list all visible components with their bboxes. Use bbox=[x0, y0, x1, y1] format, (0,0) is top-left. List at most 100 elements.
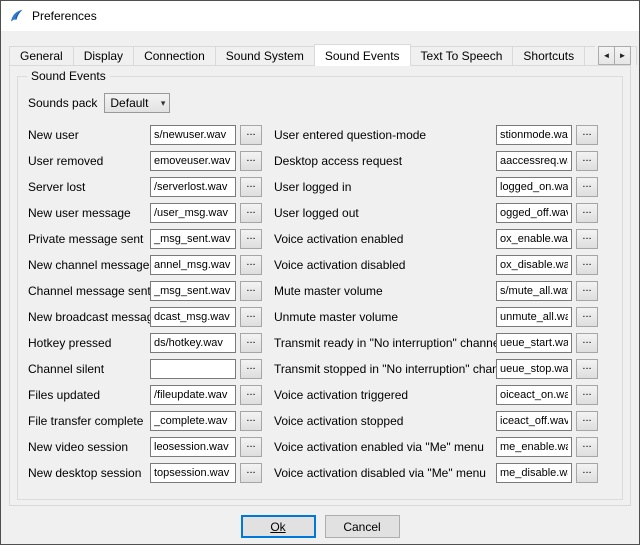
browse-button[interactable]: ... bbox=[240, 151, 262, 171]
browse-button[interactable]: ... bbox=[576, 437, 598, 457]
sound-file-input[interactable] bbox=[150, 333, 236, 353]
sound-event-label: New desktop session bbox=[28, 466, 150, 480]
sound-event-row: User logged in ... bbox=[274, 177, 598, 197]
sound-file-input[interactable] bbox=[150, 177, 236, 197]
browse-button[interactable]: ... bbox=[576, 125, 598, 145]
sound-file-input[interactable] bbox=[150, 151, 236, 171]
sound-file-input[interactable] bbox=[496, 281, 572, 301]
tab-sound-events[interactable]: Sound Events bbox=[314, 44, 411, 66]
title-bar[interactable]: Preferences bbox=[1, 1, 639, 31]
sound-file-input[interactable] bbox=[496, 437, 572, 457]
sound-file-input[interactable] bbox=[150, 125, 236, 145]
sound-file-input[interactable] bbox=[496, 177, 572, 197]
browse-button[interactable]: ... bbox=[576, 177, 598, 197]
tab-list: General Display Connection Sound System … bbox=[9, 44, 631, 65]
browse-button[interactable]: ... bbox=[576, 203, 598, 223]
sound-file-input[interactable] bbox=[496, 463, 572, 483]
sound-event-label: New channel message bbox=[28, 258, 150, 272]
browse-button[interactable]: ... bbox=[576, 255, 598, 275]
sound-event-label: Channel message sent bbox=[28, 284, 150, 298]
tab-scroll-right-button[interactable]: ► bbox=[614, 46, 631, 65]
browse-button[interactable]: ... bbox=[240, 255, 262, 275]
sound-file-input[interactable] bbox=[496, 203, 572, 223]
sound-file-input[interactable] bbox=[496, 359, 572, 379]
sound-file-input[interactable] bbox=[150, 437, 236, 457]
browse-button[interactable]: ... bbox=[240, 385, 262, 405]
tab-scroll-left-button[interactable]: ◄ bbox=[598, 46, 615, 65]
browse-button[interactable]: ... bbox=[240, 437, 262, 457]
browse-button[interactable]: ... bbox=[240, 125, 262, 145]
window-title: Preferences bbox=[32, 9, 97, 23]
sound-file-input[interactable] bbox=[496, 229, 572, 249]
sound-event-label: User logged out bbox=[274, 206, 496, 220]
tab-shortcuts[interactable]: Shortcuts bbox=[512, 46, 585, 65]
browse-button[interactable]: ... bbox=[240, 229, 262, 249]
browse-button[interactable]: ... bbox=[240, 307, 262, 327]
sound-event-row: New user ... bbox=[28, 125, 262, 145]
cancel-button[interactable]: Cancel bbox=[325, 515, 400, 538]
sound-event-label: Voice activation enabled bbox=[274, 232, 496, 246]
sound-file-input[interactable] bbox=[150, 463, 236, 483]
browse-button[interactable]: ... bbox=[576, 307, 598, 327]
sound-file-input[interactable] bbox=[150, 281, 236, 301]
browse-button[interactable]: ... bbox=[576, 359, 598, 379]
browse-button[interactable]: ... bbox=[240, 281, 262, 301]
browse-button[interactable]: ... bbox=[240, 203, 262, 223]
sound-file-input[interactable] bbox=[150, 203, 236, 223]
browse-button[interactable]: ... bbox=[576, 463, 598, 483]
sound-event-row: New user message ... bbox=[28, 203, 262, 223]
sound-file-input[interactable] bbox=[496, 333, 572, 353]
tab-text-to-speech[interactable]: Text To Speech bbox=[410, 46, 514, 65]
tab-sound-system[interactable]: Sound System bbox=[215, 46, 315, 65]
events-grid: New user ... User removed ... Server los… bbox=[28, 125, 622, 489]
sound-file-input[interactable] bbox=[496, 255, 572, 275]
sound-events-groupbox: Sound Events Sounds pack Default ▾ New u… bbox=[17, 76, 623, 500]
sounds-pack-row: Sounds pack Default ▾ bbox=[28, 93, 622, 113]
browse-button[interactable]: ... bbox=[240, 463, 262, 483]
browse-button[interactable]: ... bbox=[240, 359, 262, 379]
sound-file-input[interactable] bbox=[150, 307, 236, 327]
browse-button[interactable]: ... bbox=[240, 411, 262, 431]
ok-button-label: Ok bbox=[270, 520, 285, 534]
preferences-dialog: Preferences General Display Connection S… bbox=[0, 0, 640, 545]
app-icon bbox=[9, 8, 25, 24]
sound-file-input[interactable] bbox=[496, 385, 572, 405]
tab-display[interactable]: Display bbox=[73, 46, 134, 65]
tab-label: Text To Speech bbox=[421, 49, 503, 63]
events-column-2: User entered question-mode ... Desktop a… bbox=[274, 125, 598, 489]
sound-event-label: File transfer complete bbox=[28, 414, 150, 428]
dialog-footer: Ok Cancel bbox=[1, 515, 639, 538]
sound-event-row: Mute master volume ... bbox=[274, 281, 598, 301]
sound-event-label: Files updated bbox=[28, 388, 150, 402]
sound-file-input[interactable] bbox=[150, 255, 236, 275]
sound-event-label: Private message sent bbox=[28, 232, 150, 246]
browse-button[interactable]: ... bbox=[576, 229, 598, 249]
sound-event-label: User removed bbox=[28, 154, 150, 168]
sound-file-input[interactable] bbox=[496, 151, 572, 171]
sound-file-input[interactable] bbox=[496, 411, 572, 431]
browse-button[interactable]: ... bbox=[576, 151, 598, 171]
sounds-pack-label: Sounds pack bbox=[28, 96, 97, 110]
tab-pane: Sound Events Sounds pack Default ▾ New u… bbox=[9, 65, 631, 506]
sound-event-row: Transmit stopped in "No interruption" ch… bbox=[274, 359, 598, 379]
browse-button[interactable]: ... bbox=[240, 333, 262, 353]
tab-label: Shortcuts bbox=[523, 49, 574, 63]
sound-file-input[interactable] bbox=[150, 359, 236, 379]
tab-general[interactable]: General bbox=[9, 46, 74, 65]
ok-button[interactable]: Ok bbox=[241, 515, 316, 538]
sound-file-input[interactable] bbox=[150, 229, 236, 249]
sound-event-row: Desktop access request ... bbox=[274, 151, 598, 171]
sound-event-row: Channel message sent ... bbox=[28, 281, 262, 301]
browse-button[interactable]: ... bbox=[576, 411, 598, 431]
sound-file-input[interactable] bbox=[496, 307, 572, 327]
sound-file-input[interactable] bbox=[150, 385, 236, 405]
browse-button[interactable]: ... bbox=[240, 177, 262, 197]
sound-event-label: Mute master volume bbox=[274, 284, 496, 298]
sound-file-input[interactable] bbox=[150, 411, 236, 431]
tab-connection[interactable]: Connection bbox=[133, 46, 216, 65]
sounds-pack-select[interactable]: Default ▾ bbox=[104, 93, 170, 113]
browse-button[interactable]: ... bbox=[576, 385, 598, 405]
browse-button[interactable]: ... bbox=[576, 281, 598, 301]
browse-button[interactable]: ... bbox=[576, 333, 598, 353]
sound-file-input[interactable] bbox=[496, 125, 572, 145]
